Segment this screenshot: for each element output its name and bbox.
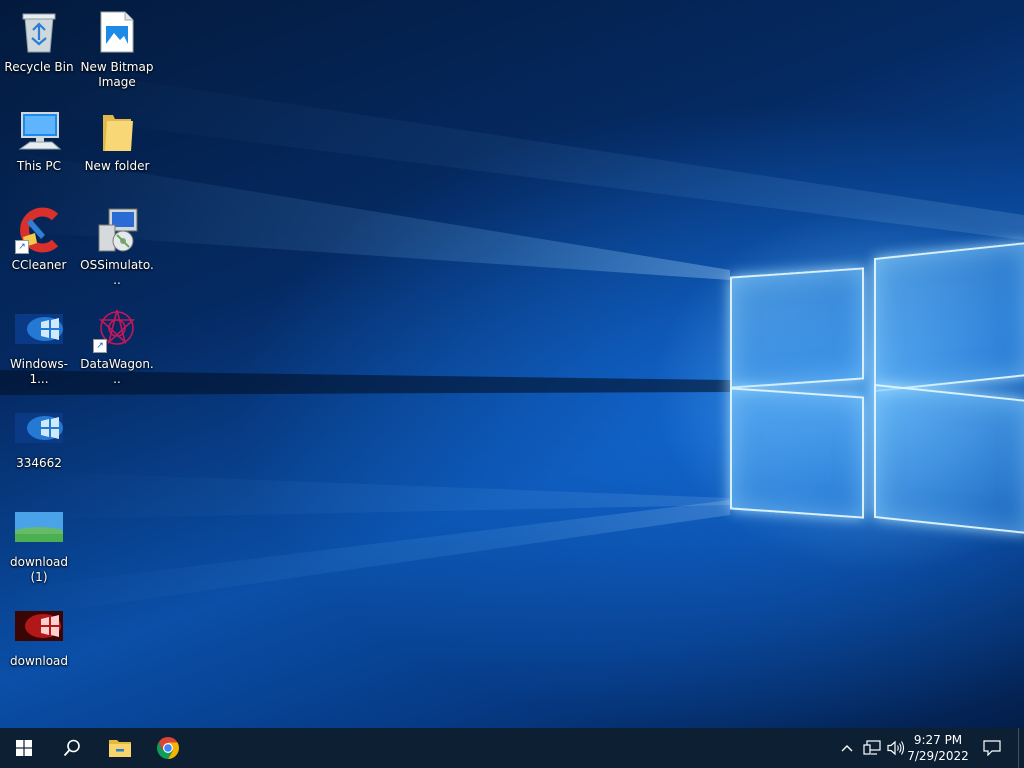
show-desktop-button[interactable] [1018,728,1024,768]
desktop-icon-this-pc[interactable]: This PC [0,101,78,195]
desktop-icon-download-1[interactable]: download (1) [0,497,78,591]
desktop[interactable]: Recycle Bin New Bitmap Image This PC New… [0,0,1024,728]
logo-pane-bottom-left [730,387,864,519]
image-file-icon [15,404,63,452]
logo-pane-top-right [874,241,1024,393]
search-icon [63,739,80,757]
file-explorer-icon [109,740,131,757]
icon-label: download [9,654,69,668]
folder-icon [93,107,141,155]
logo-pane-bottom-right [874,383,1024,535]
bitmap-file-icon [93,8,141,56]
installer-icon [93,206,141,254]
clock[interactable]: 9:27 PM 7/29/2022 [900,728,976,768]
taskbar-chrome[interactable] [144,728,192,768]
icon-label: download (1) [9,555,69,584]
icon-label: New folder [84,159,150,173]
desktop-icon-new-bitmap-image[interactable]: New Bitmap Image [78,2,156,96]
clock-date: 7/29/2022 [907,749,969,763]
desktop-icon-windows-image[interactable]: Windows-1... [0,299,78,393]
datawagon-icon: ↗ [93,305,141,353]
shortcut-arrow-icon: ↗ [93,339,107,353]
tray-network[interactable] [860,728,884,768]
desktop-icon-datawagon[interactable]: ↗ DataWagon... [78,299,156,393]
chevron-up-icon [841,745,853,752]
ccleaner-icon: ↗ [15,206,63,254]
image-file-icon [15,305,63,353]
icon-label: DataWagon... [80,357,154,386]
taskbar-file-explorer[interactable] [96,728,144,768]
image-file-icon [15,602,63,650]
desktop-icon-ccleaner[interactable]: ↗ CCleaner [0,200,78,294]
icon-label: OSSimulato... [80,258,154,287]
clock-time: 9:27 PM [913,733,963,747]
desktop-icon-ossimulator[interactable]: OSSimulato... [78,200,156,294]
search-button[interactable] [48,728,96,768]
desktop-icon-334662[interactable]: 334662 [0,398,78,492]
windows-start-icon [16,740,32,756]
start-button[interactable] [0,728,48,768]
icon-label: New Bitmap Image [80,60,154,89]
icon-label: This PC [17,159,61,173]
icon-label: CCleaner [11,258,67,272]
desktop-icon-new-folder[interactable]: New folder [78,101,156,195]
computer-icon [15,107,63,155]
desktop-icon-recycle-bin[interactable]: Recycle Bin [0,2,78,96]
icon-label: 334662 [16,456,62,470]
network-icon [863,740,881,755]
chrome-icon [157,737,179,759]
icon-label: Windows-1... [10,357,68,386]
recycle-bin-icon [15,8,63,56]
desktop-icon-download[interactable]: download [0,596,78,690]
tray-chevron[interactable] [836,728,858,768]
action-center-button[interactable] [978,728,1006,768]
image-file-icon [15,503,63,551]
shortcut-arrow-icon: ↗ [15,240,29,254]
taskbar: 9:27 PM 7/29/2022 [0,728,1024,768]
icon-label: Recycle Bin [4,60,74,74]
logo-pane-top-left [730,267,864,389]
notification-icon [983,740,1001,756]
